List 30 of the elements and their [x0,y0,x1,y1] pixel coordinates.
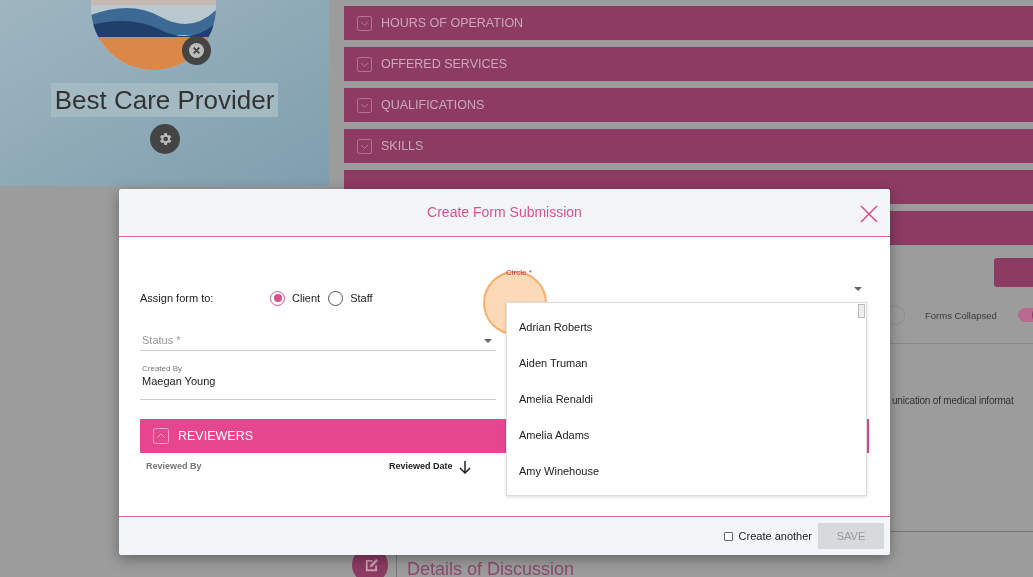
radio-option[interactable]: Staff [328,289,373,307]
arrow-down-icon [458,460,471,474]
text-fragment: unication of medical informat [892,394,1014,408]
radio-option[interactable]: Client [270,289,321,307]
close-button[interactable] [860,205,878,223]
column-header: Reviewed By [146,460,203,474]
column-header[interactable]: Reviewed Date [389,460,471,474]
circle-field[interactable]: Circle * [506,267,866,302]
chevron-down-icon [357,138,372,154]
close-icon [860,205,878,223]
provider-name: Best Care Provider [50,83,279,117]
create-another-checkbox[interactable]: Create another [723,527,812,545]
dropdown-option[interactable]: Amelia Renaldi [507,381,866,417]
settings-button[interactable] [149,124,180,154]
assign-label: Assign form to: [140,290,215,306]
chevron-down-icon [357,97,372,113]
chevron-up-icon [153,428,169,444]
created-by-field[interactable]: Created By Maegan Young [140,364,496,400]
dropdown-option[interactable]: Amy Winehouse [507,453,866,489]
scrollbar-thumb[interactable] [858,304,865,318]
dropdown-option[interactable]: Adrian Roberts [507,309,866,345]
chevron-down-icon [357,15,372,31]
close-icon [189,43,204,58]
dialog-title: Create Form Submission [427,203,582,222]
remove-button[interactable] [182,36,211,65]
dropdown-option[interactable]: Aiden Truman [507,345,866,381]
chevron-down-icon [357,56,372,72]
forms-collapsed-label: Forms Collapsed [925,309,997,323]
dropdown-option[interactable]: Amelia Adams [507,417,866,453]
details-heading: Details of Discussion [407,558,575,577]
